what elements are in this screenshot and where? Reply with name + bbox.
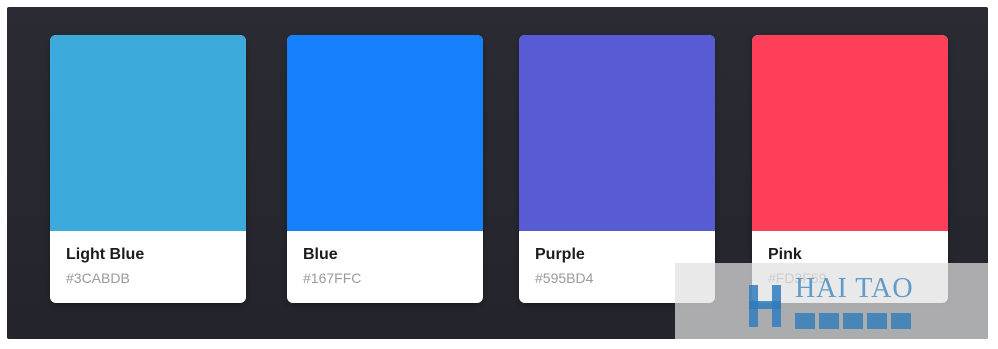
color-card-blue[interactable]: Blue #167FFC (287, 35, 483, 303)
watermark: HAI TAO (675, 263, 988, 339)
stage: Light Blue #3CABDB Blue #167FFC Purple #… (0, 0, 998, 349)
color-name: Light Blue (66, 246, 145, 263)
card-body: Blue #167FFC (287, 231, 483, 287)
color-card-light-blue[interactable]: Light Blue #3CABDB (50, 35, 246, 303)
color-hex: #167FFC (303, 270, 362, 286)
color-name: Purple (535, 246, 585, 263)
color-swatch (519, 35, 715, 231)
color-name: Blue (303, 246, 338, 263)
color-hex: #3CABDB (66, 270, 130, 286)
color-name: Pink (768, 246, 802, 263)
card-body: Light Blue #3CABDB (50, 231, 246, 287)
h-logo-icon (749, 285, 781, 327)
palette-panel: Light Blue #3CABDB Blue #167FFC Purple #… (7, 7, 988, 339)
color-swatch (287, 35, 483, 231)
color-swatch (50, 35, 246, 231)
color-swatch (752, 35, 948, 231)
watermark-subtext (795, 313, 911, 329)
watermark-text: HAI TAO (795, 273, 914, 304)
